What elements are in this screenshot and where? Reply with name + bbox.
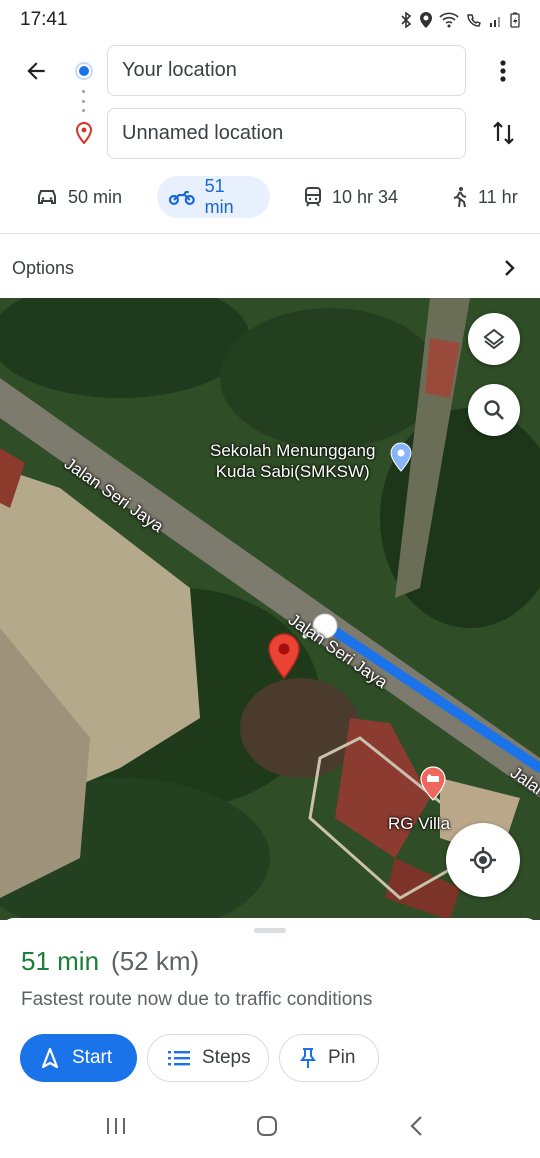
tab-transit-label: 10 hr 34 — [332, 186, 399, 207]
search-along-route-button[interactable] — [468, 384, 520, 436]
destination-field[interactable]: Unnamed location — [107, 108, 466, 159]
train-icon — [305, 187, 321, 207]
tab-motorcycle[interactable]: 51 min — [157, 176, 270, 218]
destination-marker-icon[interactable] — [266, 632, 302, 680]
route-duration: 51 min — [21, 946, 100, 976]
origin-field[interactable]: Your location — [107, 45, 466, 96]
poi-villa-label[interactable]: RG Villa — [388, 813, 450, 834]
list-icon — [168, 1051, 190, 1066]
travel-mode-tabs: 50 min 51 min 10 hr 34 11 hr — [0, 176, 540, 218]
recent-apps-icon[interactable] — [105, 1114, 127, 1138]
tab-driving[interactable]: 50 min — [24, 176, 134, 218]
steps-button-label: Steps — [202, 1047, 251, 1068]
more-vert-icon — [500, 60, 506, 82]
tab-walking[interactable]: 11 hr — [440, 176, 530, 218]
map-view[interactable]: Sekolah Menunggang Kuda Sabi(SMKSW) Jala… — [0, 298, 540, 920]
destination-pin-icon — [75, 122, 93, 144]
route-description: Fastest route now due to traffic conditi… — [21, 989, 373, 1010]
status-bar: 17:41 — [0, 0, 540, 40]
start-button-label: Start — [72, 1047, 113, 1068]
tab-motorcycle-label: 51 min — [204, 176, 234, 217]
poi-school-label[interactable]: Sekolah Menunggang Kuda Sabi(SMKSW) — [210, 440, 375, 482]
route-eta: 51 min (52 km) — [21, 946, 199, 977]
status-icons — [399, 12, 520, 28]
poi-marker-icon[interactable] — [390, 442, 412, 472]
more-options-button[interactable] — [488, 55, 518, 87]
my-location-icon — [470, 847, 496, 873]
arrow-left-icon — [27, 62, 45, 80]
car-icon — [38, 190, 56, 204]
signal-icon — [490, 17, 500, 27]
hotel-marker-icon[interactable] — [420, 766, 446, 802]
back-button[interactable] — [20, 55, 52, 87]
layers-button[interactable] — [468, 313, 520, 365]
my-location-button[interactable] — [446, 823, 520, 897]
home-icon[interactable] — [255, 1114, 279, 1138]
sheet-drag-handle[interactable] — [254, 928, 286, 933]
system-nav-bar — [0, 1098, 540, 1158]
swap-button[interactable] — [488, 116, 520, 150]
call-wifi-icon — [467, 14, 481, 27]
navigation-arrow-icon — [41, 1047, 59, 1069]
origin-dot-icon — [75, 62, 93, 80]
divider — [0, 233, 540, 234]
route-connector — [82, 90, 86, 112]
start-button[interactable]: Start — [20, 1034, 137, 1082]
steps-button[interactable]: Steps — [147, 1034, 269, 1082]
route-distance: (52 km) — [111, 946, 200, 976]
battery-icon — [510, 12, 520, 28]
poi-school-text: Sekolah Menunggang Kuda Sabi(SMKSW) — [210, 441, 376, 481]
tab-driving-label: 50 min — [68, 186, 123, 207]
satellite-imagery — [0, 298, 540, 920]
tab-walking-label: 11 hr — [478, 186, 518, 207]
options-row[interactable]: Options — [0, 240, 540, 296]
pin-button[interactable]: Pin — [279, 1034, 379, 1082]
tab-transit[interactable]: 10 hr 34 — [292, 176, 410, 218]
back-nav-icon[interactable] — [408, 1114, 426, 1138]
bluetooth-icon — [401, 12, 412, 28]
search-icon — [484, 400, 504, 420]
walking-icon — [453, 187, 467, 208]
location-status-icon — [420, 12, 432, 28]
options-label: Options — [12, 257, 75, 278]
layers-icon — [483, 328, 505, 350]
pushpin-icon — [300, 1048, 316, 1068]
chevron-right-icon — [505, 260, 515, 276]
wifi-icon — [439, 12, 459, 28]
pin-button-label: Pin — [328, 1047, 356, 1068]
status-time: 17:41 — [20, 9, 68, 30]
motorcycle-icon — [169, 190, 195, 205]
swap-vert-icon — [493, 121, 514, 145]
